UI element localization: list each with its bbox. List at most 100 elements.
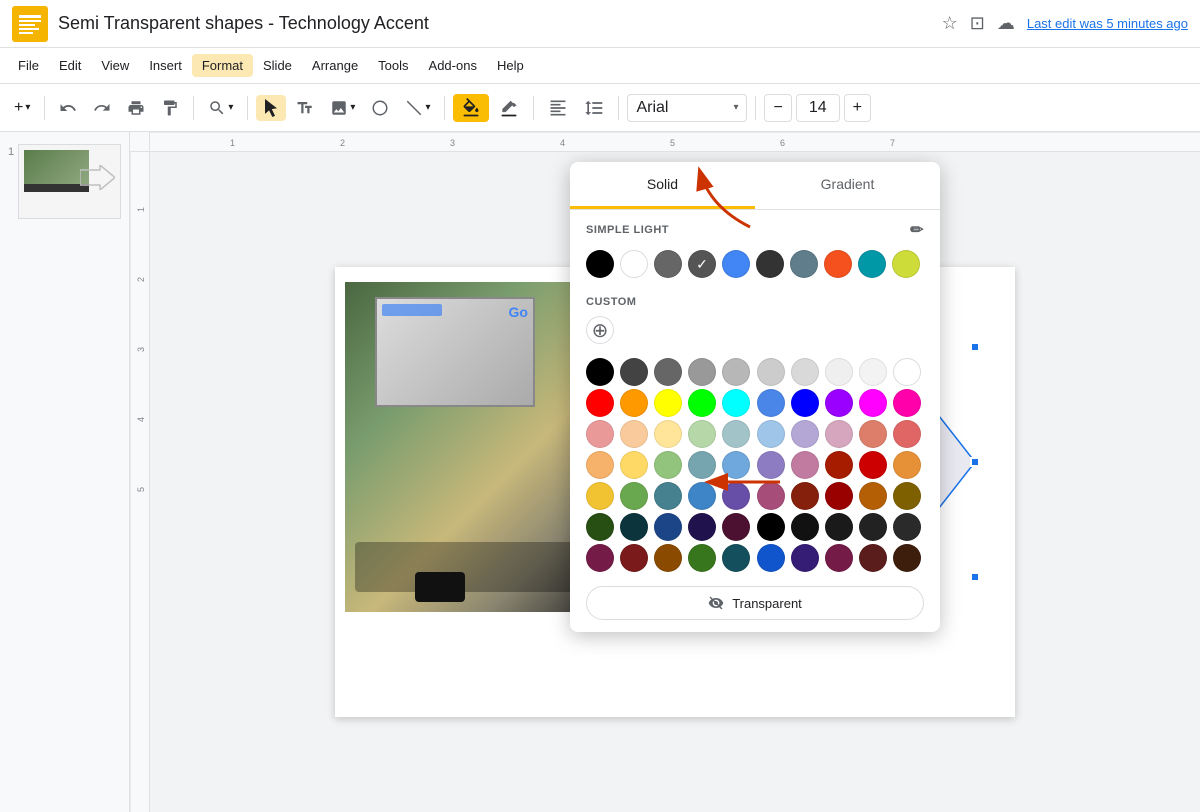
simple-color-blue[interactable] [722,250,750,278]
tab-solid[interactable]: Solid [570,162,755,209]
color-swatch[interactable] [825,513,853,541]
color-swatch[interactable] [586,513,614,541]
transparent-button[interactable]: Transparent [586,586,924,620]
color-swatch[interactable] [859,513,887,541]
handle-br[interactable] [970,572,980,582]
color-swatch[interactable] [791,482,819,510]
font-selector[interactable]: Arial ▾ [627,94,747,122]
color-swatch[interactable] [825,420,853,448]
color-swatch[interactable] [859,358,887,386]
color-swatch[interactable] [620,513,648,541]
color-swatch[interactable] [791,358,819,386]
image-button[interactable]: ▾ [324,95,361,121]
format-paint-button[interactable] [155,95,185,121]
font-size-display[interactable]: 14 [796,94,840,122]
simple-color-charcoal[interactable] [756,250,784,278]
color-swatch[interactable] [791,420,819,448]
color-swatch[interactable] [893,389,921,417]
color-swatch[interactable] [825,482,853,510]
color-swatch[interactable] [859,482,887,510]
simple-color-white[interactable] [620,250,648,278]
color-swatch[interactable] [757,451,785,479]
simple-color-gray-check[interactable] [688,250,716,278]
fill-color-button[interactable] [453,94,489,122]
color-swatch[interactable] [859,420,887,448]
align-left-button[interactable] [542,94,574,122]
color-swatch[interactable] [688,389,716,417]
color-swatch[interactable] [654,358,682,386]
color-swatch[interactable] [722,389,750,417]
color-swatch[interactable] [654,451,682,479]
line-spacing-button[interactable] [578,94,610,122]
menu-file[interactable]: File [8,54,49,77]
color-swatch[interactable] [722,482,750,510]
textbox-button[interactable] [290,95,320,121]
color-swatch[interactable] [688,451,716,479]
color-swatch[interactable] [825,358,853,386]
redo-button[interactable] [87,95,117,121]
simple-color-teal[interactable] [858,250,886,278]
font-size-increase-button[interactable]: + [844,94,871,122]
color-swatch[interactable] [586,389,614,417]
star-icon[interactable]: ☆ [942,13,958,34]
color-swatch[interactable] [757,389,785,417]
menu-view[interactable]: View [91,54,139,77]
color-swatch[interactable] [722,513,750,541]
color-swatch[interactable] [688,544,716,572]
zoom-button[interactable]: ▾ [202,95,239,121]
color-swatch[interactable] [620,451,648,479]
line-button[interactable]: ▾ [399,95,436,121]
shape-button[interactable] [365,95,395,121]
menu-help[interactable]: Help [487,54,534,77]
simple-color-black[interactable] [586,250,614,278]
color-swatch[interactable] [893,513,921,541]
color-swatch[interactable] [654,513,682,541]
add-button[interactable]: + ▾ [8,95,36,121]
color-swatch[interactable] [722,420,750,448]
color-swatch[interactable] [722,451,750,479]
color-swatch[interactable] [586,482,614,510]
handle-tr[interactable] [970,342,980,352]
add-custom-color-button[interactable]: ⊕ [586,316,614,344]
color-swatch[interactable] [586,358,614,386]
color-swatch[interactable] [859,451,887,479]
color-swatch[interactable] [757,358,785,386]
color-swatch[interactable] [620,544,648,572]
color-swatch[interactable] [620,389,648,417]
color-swatch[interactable] [722,358,750,386]
simple-color-darkgray[interactable] [654,250,682,278]
color-swatch[interactable] [654,482,682,510]
color-swatch[interactable] [825,389,853,417]
color-swatch[interactable] [893,482,921,510]
color-swatch[interactable] [791,544,819,572]
color-swatch[interactable] [654,389,682,417]
color-swatch[interactable] [586,544,614,572]
color-swatch[interactable] [859,544,887,572]
color-swatch[interactable] [893,544,921,572]
drive-icon[interactable]: ⊡ [970,13,985,34]
edit-icon[interactable]: ✏ [910,220,924,240]
color-swatch[interactable] [757,420,785,448]
menu-tools[interactable]: Tools [368,54,418,77]
color-swatch[interactable] [688,420,716,448]
undo-button[interactable] [53,95,83,121]
color-swatch[interactable] [791,451,819,479]
print-button[interactable] [121,95,151,121]
slide-thumbnail[interactable] [18,144,121,219]
menu-edit[interactable]: Edit [49,54,91,77]
tab-gradient[interactable]: Gradient [755,162,940,209]
color-swatch[interactable] [757,544,785,572]
color-swatch[interactable] [893,451,921,479]
menu-format[interactable]: Format [192,54,253,77]
color-swatch[interactable] [757,482,785,510]
handle-mr[interactable] [970,457,980,467]
select-button[interactable] [256,95,286,121]
color-swatch[interactable] [620,420,648,448]
menu-arrange[interactable]: Arrange [302,54,368,77]
simple-color-orange[interactable] [824,250,852,278]
color-swatch[interactable] [586,420,614,448]
color-swatch[interactable] [791,389,819,417]
color-swatch[interactable] [722,544,750,572]
color-swatch[interactable] [688,482,716,510]
cloud-icon[interactable]: ☁ [997,13,1015,34]
